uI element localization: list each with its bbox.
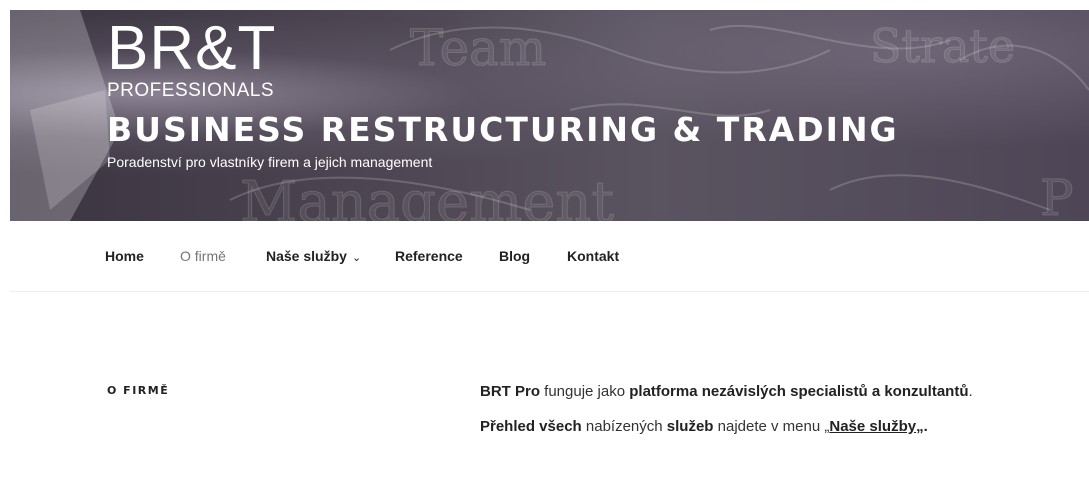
text-quote-end: „. [916, 418, 928, 435]
site-header: Team Strate Management P BR&T PROFESSION… [10, 10, 1089, 221]
bg-word-management: Management [240, 170, 614, 221]
link-nase-sluzby[interactable]: Naše služby [829, 418, 916, 435]
nav-item-kontakt[interactable]: Kontakt [567, 248, 619, 264]
text-sluzeb: služeb [666, 418, 714, 435]
main-navigation: Home O firmě Naše služby ⌄ Reference Blog… [10, 221, 1089, 292]
site-title[interactable]: BUSINESS RESTRUCTURING & TRADING [107, 110, 899, 149]
nav-item-reference[interactable]: Reference [395, 248, 463, 264]
nav-item-nase-sluzby-label: Naše služby [266, 248, 347, 264]
logo-subtext[interactable]: PROFESSIONALS [107, 80, 274, 102]
logo-text[interactable]: BR&T [107, 18, 276, 80]
text-nabizenych: nabízených [581, 418, 667, 435]
paragraph-platform: BRT Pro funguje jako platforma nezávislý… [480, 380, 980, 403]
page-title: O FIRMĚ [107, 384, 170, 397]
text-period: . [968, 383, 973, 400]
paragraph-services: Přehled všech nabízených služeb najdete … [480, 415, 980, 438]
text-brt-pro: BRT Pro [480, 383, 540, 400]
page-content: BRT Pro funguje jako platforma nezávislý… [480, 380, 980, 450]
site-tagline: Poradenství pro vlastníky firem a jejich… [107, 154, 433, 170]
nav-item-nase-sluzby[interactable]: Naše služby ⌄ [266, 248, 361, 264]
text-funguje: funguje jako [540, 383, 630, 400]
text-platforma: platforma nezávislých specialistů a konz… [629, 383, 969, 400]
bg-word-p: P [1040, 169, 1074, 221]
bg-word-strate: Strate [870, 19, 1015, 73]
nav-item-home[interactable]: Home [105, 248, 144, 264]
text-najdete: najdete v menu „ [713, 418, 830, 435]
chevron-down-icon[interactable]: ⌄ [352, 252, 361, 264]
nav-item-o-firme[interactable]: O firmě [180, 248, 226, 264]
nav-item-blog[interactable]: Blog [499, 248, 530, 264]
text-prehled: Přehled všech [480, 418, 582, 435]
bg-word-team: Team [410, 19, 546, 77]
